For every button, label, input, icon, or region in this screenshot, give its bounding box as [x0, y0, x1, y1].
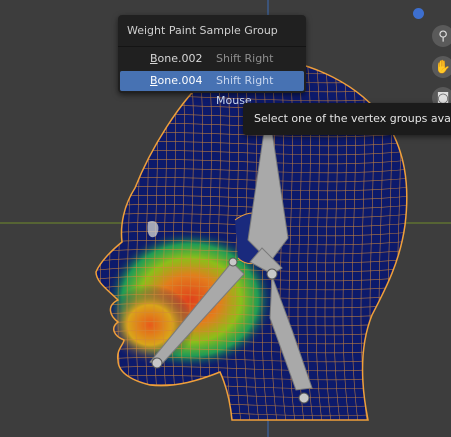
menu-title: Weight Paint Sample Group: [118, 15, 306, 47]
menu-item-label: Bone.002: [150, 52, 203, 65]
weight-paint-sample-group-menu: Weight Paint Sample Group Bone.002 Shift…: [118, 15, 306, 107]
menu-item-bone-004[interactable]: Bone.004 Shift Right Mouse: [120, 71, 304, 107]
menu-item-label: Bone.004: [150, 74, 203, 87]
zoom-icon[interactable]: ⚲: [432, 25, 451, 47]
3d-viewport[interactable]: ⚲ ✋ ◙ Weight Paint Sample Group Bone.002…: [0, 0, 451, 437]
gizmo-z-axis[interactable]: [413, 8, 424, 19]
hand-icon[interactable]: ✋: [432, 56, 451, 78]
menu-item-bone-002[interactable]: Bone.002 Shift Right Mouse: [120, 49, 304, 85]
tooltip: Select one of the vertex groups availabl…: [243, 103, 451, 135]
